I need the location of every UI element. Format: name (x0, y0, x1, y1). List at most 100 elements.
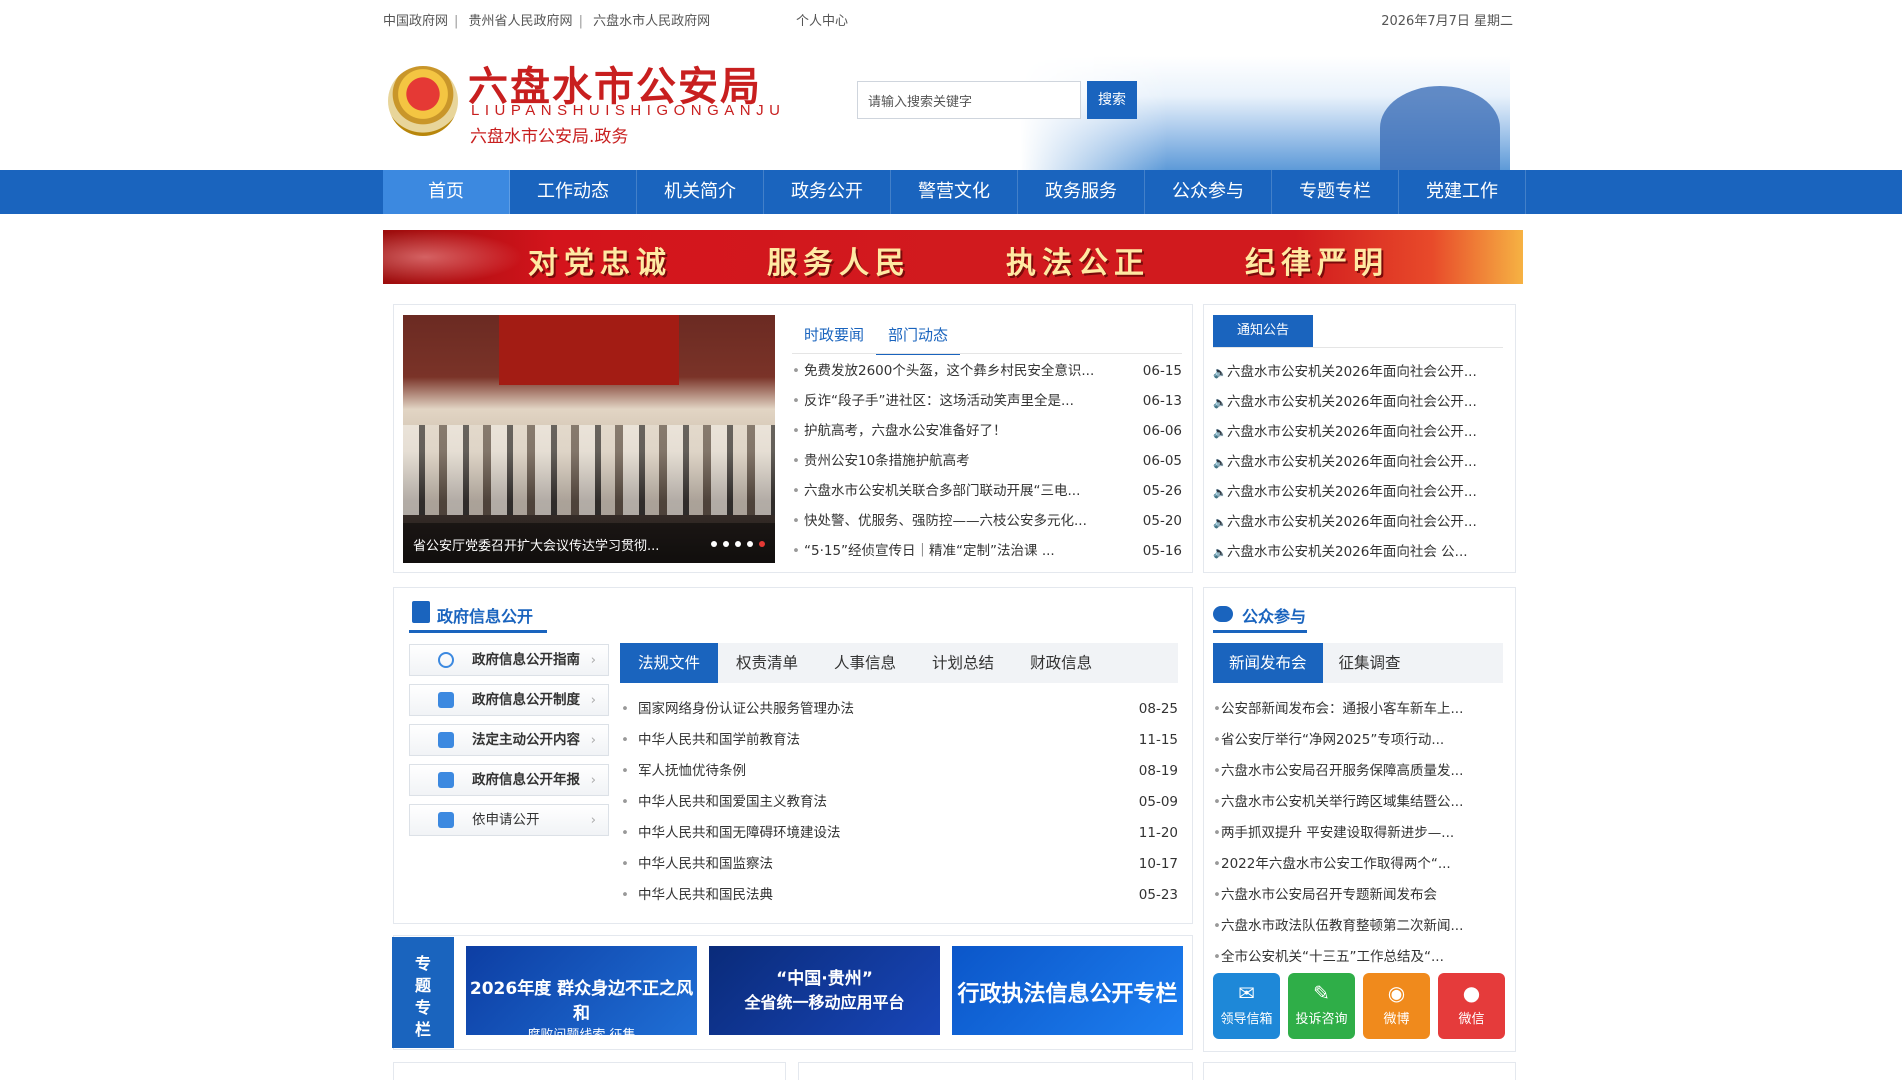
list-item[interactable]: 贵州公安10条措施护航高考06-05 (792, 450, 1182, 480)
link-central-gov[interactable]: 中国政府网 (383, 14, 448, 29)
topic-banner-complaint[interactable]: 2026年度 群众身边不正之风和 腐败问题线索 征集 (466, 946, 697, 1035)
topic-banner-law-enforcement[interactable]: 行政执法信息公开专栏 (952, 946, 1183, 1035)
speaker-icon: 🔈 (1213, 396, 1227, 409)
tab-notices[interactable]: 通知公告 (1213, 315, 1313, 347)
list-item[interactable]: 省公安厅举行“净网2025”专项行动... (1213, 728, 1503, 759)
quick-link-wechat[interactable]: ● 微信 (1438, 973, 1505, 1039)
btn-apply-disclosure[interactable]: 依申请公开 › (409, 804, 609, 836)
slideshow-dots[interactable] (711, 541, 765, 547)
tab-powers-list[interactable]: 权责清单 (718, 643, 816, 683)
list-item[interactable]: 六盘水市公安机关联合多部门联动开展“三电...05-26 (792, 480, 1182, 510)
list-item[interactable]: 六盘水市公安机关举行跨区域集结暨公... (1213, 790, 1503, 821)
list-item[interactable]: 中华人民共和国无障碍环境建设法11-20 (620, 821, 1178, 852)
gov-info-side-menu: 政府信息公开指南 › 政府信息公开制度 › 法定主动公开内容 › 政府信息公开年报 › … (409, 644, 609, 844)
quick-link-weibo[interactable]: ◉ 微博 (1363, 973, 1430, 1039)
btn-proactive-disclosure[interactable]: 法定主动公开内容 › (409, 724, 609, 756)
top-bar: 中国政府网 | 贵州省人民政府网 | 六盘水市人民政府网 个人中心 2026年7月7… (383, 0, 1513, 36)
nav-item-home[interactable]: 首页 (383, 170, 510, 214)
site-subtitle: 六盘水市公安局.政务 (470, 127, 629, 147)
nav-item-party[interactable]: 党建工作 (1399, 170, 1526, 214)
list-item[interactable]: 2022年六盘水市公安工作取得两个“... (1213, 852, 1503, 883)
list-item[interactable]: 中华人民共和国学前教育法11-15 (620, 728, 1178, 759)
gov-info-list: 国家网络身份认证公共服务管理办法08-25 中华人民共和国学前教育法11-15 … (620, 697, 1178, 914)
chevron-right-icon: › (590, 692, 596, 708)
mail-icon: ✉ (1238, 981, 1255, 1005)
list-item[interactable]: 🔈六盘水市公安机关2026年面向社会公开... (1213, 451, 1503, 481)
slogan-1: 对党忠诚 (528, 246, 672, 281)
btn-info-system[interactable]: 政府信息公开制度 › (409, 684, 609, 716)
list-item[interactable]: 六盘水市公安局召开服务保障高质量发... (1213, 759, 1503, 790)
topics-label: 专题专栏 (392, 937, 454, 1048)
personal-center-link[interactable]: 个人中心 (796, 10, 848, 29)
list-item[interactable]: 六盘水市公安局召开专题新闻发布会 (1213, 883, 1503, 914)
quick-link-leader-mailbox[interactable]: ✉ 领导信箱 (1213, 973, 1280, 1039)
tab-plans[interactable]: 计划总结 (914, 643, 1012, 683)
current-date: 2026年7月7日 星期二 (1381, 14, 1513, 29)
photo-slideshow[interactable]: 省公安厅党委召开扩大会议传达学习贯彻... (403, 315, 775, 563)
speaker-icon: 🔈 (1213, 366, 1227, 379)
list-item[interactable]: 🔈六盘水市公安机关2026年面向社会公开... (1213, 391, 1503, 421)
list-item[interactable]: 🔈六盘水市公安机关2026年面向社会公开... (1213, 361, 1503, 391)
nav-item-public[interactable]: 公众参与 (1145, 170, 1272, 214)
link-lps-gov[interactable]: 六盘水市人民政府网 (593, 14, 710, 29)
notice-list: 🔈六盘水市公安机关2026年面向社会公开... 🔈六盘水市公安机关2026年面向… (1213, 361, 1503, 571)
tab-finance[interactable]: 财政信息 (1012, 643, 1110, 683)
list-item[interactable]: 护航高考，六盘水公安准备好了！06-06 (792, 420, 1182, 450)
list-item[interactable]: “5·15”经侦宣传日｜精准“定制”法治课 ...05-16 (792, 540, 1182, 570)
public-list: 公安部新闻发布会：通报小客车新车上... 省公安厅举行“净网2025”专项行动.… (1213, 697, 1503, 976)
slogan-banner: 对党忠诚 服务人民 执法公正 纪律严明 (383, 230, 1523, 284)
tab-personnel[interactable]: 人事信息 (816, 643, 914, 683)
list-item[interactable]: 反诈“段子手”进社区：这场活动笑声里全是...06-13 (792, 390, 1182, 420)
list-item[interactable]: 中华人民共和国爱国主义教育法05-09 (620, 790, 1178, 821)
form-icon (438, 812, 454, 828)
nav-item-topics[interactable]: 专题专栏 (1272, 170, 1399, 214)
document-icon (412, 601, 430, 623)
list-item[interactable]: 中华人民共和国民法典05-23 (620, 883, 1178, 914)
btn-annual-report[interactable]: 政府信息公开年报 › (409, 764, 609, 796)
list-item[interactable]: 🔈六盘水市公安机关2026年面向社会 公... (1213, 541, 1503, 571)
tab-current-politics[interactable]: 时政要闻 (792, 318, 876, 355)
nav-item-services[interactable]: 政务服务 (1018, 170, 1145, 214)
list-item[interactable]: 快处警、优服务、强防控——六枝公安多元化...05-20 (792, 510, 1182, 540)
site-header: 六盘水市公安局 LIUPANSHUISHIGONGANJU 六盘水市公安局.政务… (0, 36, 1902, 170)
slogan-4: 纪律严明 (1245, 246, 1389, 281)
list-item[interactable]: 🔈六盘水市公安机关2026年面向社会公开... (1213, 421, 1503, 451)
nav-item-gov-affairs[interactable]: 政务公开 (764, 170, 891, 214)
speaker-icon: 🔈 (1213, 456, 1227, 469)
nav-item-about[interactable]: 机关简介 (637, 170, 764, 214)
external-links: 中国政府网 | 贵州省人民政府网 | 六盘水市人民政府网 (383, 14, 711, 29)
list-item[interactable]: 六盘水市政法队伍教育整顿第二次新闻... (1213, 914, 1503, 945)
news-list: 免费发放2600个头盔，这个彝乡村民安全意识...06-15 反诈“段子手”进社… (792, 360, 1182, 570)
search-button[interactable]: 搜索 (1087, 81, 1137, 119)
nav-item-work-news[interactable]: 工作动态 (510, 170, 637, 214)
book-icon (438, 692, 454, 708)
tab-regulations[interactable]: 法规文件 (620, 643, 719, 683)
link-guizhou-gov[interactable]: 贵州省人民政府网 (469, 14, 573, 29)
tab-survey[interactable]: 征集调查 (1323, 643, 1417, 683)
police-silhouette-graphic (1380, 86, 1500, 170)
list-item[interactable]: 公安部新闻发布会：通报小客车新车上... (1213, 697, 1503, 728)
list-item[interactable]: 🔈六盘水市公安机关2026年面向社会公开... (1213, 511, 1503, 541)
list-item[interactable]: 中华人民共和国监察法10-17 (620, 852, 1178, 883)
gov-info-title: 政府信息公开 (437, 607, 534, 626)
chat-bubble-icon (1213, 606, 1233, 622)
list-item[interactable]: 国家网络身份认证公共服务管理办法08-25 (620, 697, 1178, 728)
tab-press-conference[interactable]: 新闻发布会 (1213, 643, 1323, 683)
list-item[interactable]: 🔈六盘水市公安机关2026年面向社会公开... (1213, 481, 1503, 511)
chevron-right-icon: › (590, 772, 596, 788)
site-pinyin: LIUPANSHUISHIGONGANJU (471, 102, 786, 119)
list-item[interactable]: 免费发放2600个头盔，这个彝乡村民安全意识...06-15 (792, 360, 1182, 390)
quick-link-complaint[interactable]: ✎ 投诉咨询 (1288, 973, 1355, 1039)
speaker-icon: 🔈 (1213, 486, 1227, 499)
search-input[interactable]: 请输入搜索关键字 (857, 81, 1081, 119)
list-item[interactable]: 全市公安机关“十三五”工作总结及“... (1213, 945, 1503, 976)
speaker-icon: 🔈 (1213, 426, 1227, 439)
topic-banner-mobile-platform[interactable]: “中国·贵州” 全省统一移动应用平台 (709, 946, 940, 1035)
compass-icon (438, 652, 454, 668)
nav-item-culture[interactable]: 警营文化 (891, 170, 1018, 214)
list-item[interactable]: 军人抚恤优待条例08-19 (620, 759, 1178, 790)
tab-department-news[interactable]: 部门动态 (876, 318, 961, 355)
list-item[interactable]: 两手抓双提升 平安建设取得新进步—... (1213, 821, 1503, 852)
gov-info-tabs: 法规文件 权责清单 人事信息 计划总结 财政信息 (620, 643, 1178, 683)
btn-info-guide[interactable]: 政府信息公开指南 › (409, 644, 609, 676)
